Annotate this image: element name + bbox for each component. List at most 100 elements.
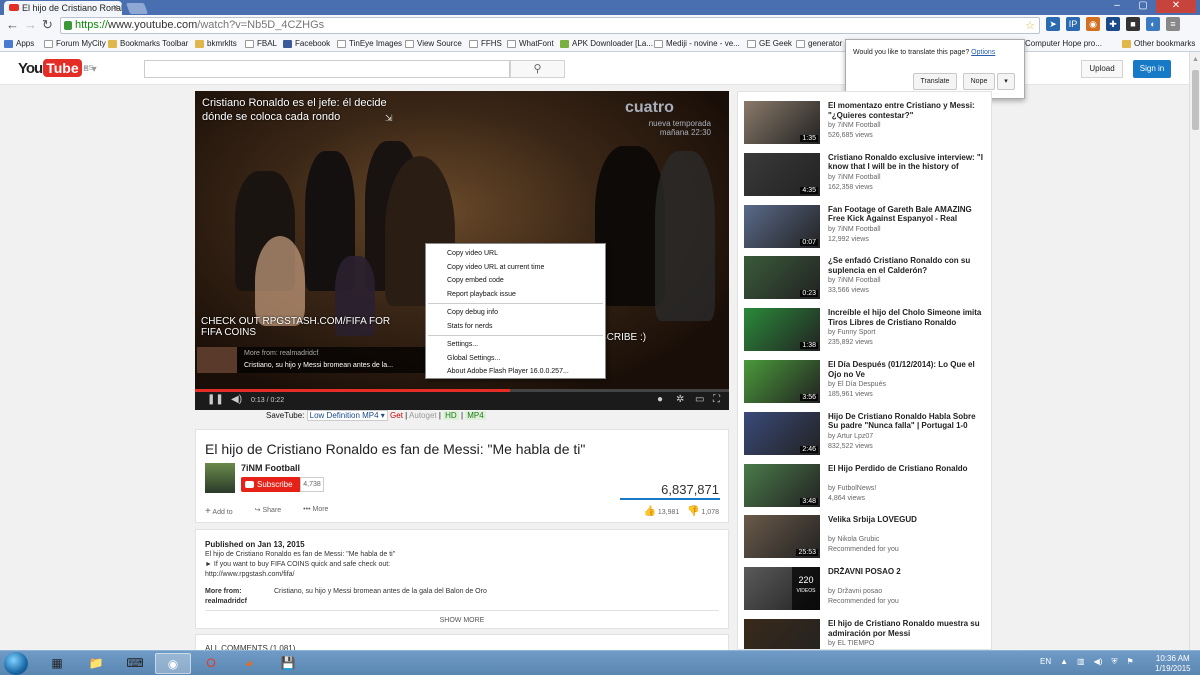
add-to-button[interactable]: + Add to xyxy=(205,506,233,517)
related-video-title[interactable]: El Día Después (01/12/2014): Lo Que el O… xyxy=(828,360,988,379)
related-video-title[interactable]: ¿Se enfadó Cristiano Ronaldo con su supl… xyxy=(828,256,988,275)
related-video-title[interactable]: DRŽAVNI POSAO 2 xyxy=(828,567,988,577)
description-link[interactable]: http://www.rpgstash.com/fifa/ xyxy=(205,570,719,580)
minimize-button[interactable]: – xyxy=(1104,0,1130,13)
bookmark-generator[interactable]: generator xyxy=(796,39,842,48)
bookmark-ffhs[interactable]: FFHS xyxy=(469,39,502,48)
reload-icon[interactable]: ↻ xyxy=(42,18,53,32)
related-video-item[interactable]: 25:53 Velika Srbija LOVEGUD by Nikola Grub… xyxy=(744,515,990,561)
extension-arrow-icon[interactable]: ➤ xyxy=(1046,17,1060,31)
video-player[interactable]: Cristiano Ronaldo es el jefe: él decide … xyxy=(195,91,729,410)
bookmark-computer-hope[interactable]: Computer Hope pro... xyxy=(1025,39,1102,48)
search-input[interactable] xyxy=(144,60,510,78)
fullscreen-icon[interactable]: ⛶ xyxy=(713,395,720,405)
settings-gear-icon[interactable]: ✲ xyxy=(676,395,684,405)
new-tab-button[interactable] xyxy=(125,3,149,14)
extension-ip-icon[interactable]: IP xyxy=(1066,17,1080,31)
related-video-thumbnail[interactable]: 2:46 xyxy=(744,411,820,455)
bookmark-forum-mycity[interactable]: Forum MyCity xyxy=(44,39,106,48)
menu-item-copy-debug[interactable]: Copy debug info xyxy=(426,306,605,320)
bookmark-whatfont[interactable]: WhatFont xyxy=(507,39,554,48)
bookmark-mediji[interactable]: Mediji - novine - ve... xyxy=(654,39,740,48)
menu-item-settings[interactable]: Settings... xyxy=(426,338,605,352)
promo-annotation[interactable]: CHECK OUT RPGSTASH.COM/FIFA FOR FIFA COI… xyxy=(201,316,401,338)
menu-item-copy-url[interactable]: Copy video URL xyxy=(426,247,605,261)
video-overlay-title[interactable]: Cristiano Ronaldo es el jefe: él decide … xyxy=(202,96,402,124)
like-button[interactable]: 👍 13,981 xyxy=(643,506,679,517)
address-bar[interactable]: https://www.youtube.com/watch?v=Nb5D_4CZ… xyxy=(60,17,1040,34)
tray-shield-icon[interactable]: ⛨ xyxy=(1111,657,1117,667)
language-indicator[interactable]: EN xyxy=(1040,657,1051,667)
taskbar-firefox-icon[interactable]: ◕ xyxy=(231,653,267,674)
subscribe-button[interactable]: Subscribe xyxy=(241,477,301,492)
related-video-thumbnail[interactable]: 25:53 xyxy=(744,515,820,559)
sign-in-button[interactable]: Sign in xyxy=(1133,60,1171,78)
extension-globe-icon[interactable]: ◐ xyxy=(1146,17,1160,31)
savetube-hd-button[interactable]: HD xyxy=(443,411,459,420)
translate-button[interactable]: Translate xyxy=(913,73,957,90)
related-video-thumbnail[interactable]: 3:56 xyxy=(744,360,820,403)
bookmark-facebook[interactable]: Facebook xyxy=(283,39,330,48)
savetube-mp4-button[interactable]: MP4 xyxy=(465,411,486,420)
menu-item-copy-embed[interactable]: Copy embed code xyxy=(426,274,605,288)
nope-button[interactable]: Nope xyxy=(963,73,995,90)
related-video-title[interactable]: Cristiano Ronaldo exclusive interview: "… xyxy=(828,153,988,172)
bookmark-apk-downloader[interactable]: APK Downloader [La... xyxy=(560,39,653,48)
upload-button[interactable]: Upload xyxy=(1081,60,1123,78)
related-video-title[interactable]: Hijo De Cristiano Ronaldo Habla Sobre Su… xyxy=(828,412,988,431)
savetube-quality-select[interactable]: Low Definition MP4 ▾ xyxy=(306,410,388,421)
channel-name[interactable]: 7iNM Football xyxy=(241,463,300,473)
more-button[interactable]: ••• More xyxy=(303,506,328,517)
page-scrollbar[interactable]: ▲ xyxy=(1189,52,1200,650)
related-video-title[interactable]: Increíble el hijo del Cholo Simeone imit… xyxy=(828,308,988,327)
theater-mode-icon[interactable]: ▭ xyxy=(695,395,704,405)
related-video-item[interactable]: 2:46 Hijo De Cristiano Ronaldo Habla Sobr… xyxy=(744,411,990,458)
related-video-thumbnail[interactable]: 1:38 xyxy=(744,308,820,352)
show-more-button[interactable]: SHOW MORE xyxy=(205,610,719,626)
search-button[interactable]: ⚲ xyxy=(510,60,565,78)
start-button[interactable] xyxy=(4,652,28,675)
related-video-item[interactable]: 220 VIDEOS DRŽAVNI POSAO 2 by Državni posao… xyxy=(744,567,990,613)
related-video-thumbnail[interactable]: 4:35 xyxy=(744,152,820,196)
translate-options-link[interactable]: Options xyxy=(971,49,995,56)
guide-menu-icon[interactable]: ≡ ▾ xyxy=(83,64,97,75)
bookmark-apps[interactable]: Apps xyxy=(4,39,34,48)
volume-icon[interactable]: ◀) xyxy=(231,395,242,405)
dislike-button[interactable]: 👎 1,078 xyxy=(687,506,719,517)
menu-item-stats-for-nerds[interactable]: Stats for nerds xyxy=(426,320,605,334)
forward-arrow-icon[interactable]: → xyxy=(24,18,37,32)
savetube-autoget-button[interactable]: Autoget xyxy=(409,411,437,420)
related-video-title[interactable]: El hijo de Cristiano Ronaldo muestra su … xyxy=(828,619,988,638)
bookmark-fbal[interactable]: FBAL xyxy=(245,39,277,48)
related-video-thumbnail[interactable]: 1:35 xyxy=(744,101,820,144)
nope-dropdown-arrow-icon[interactable]: ▾ xyxy=(997,73,1015,90)
bookmark-view-source[interactable]: View Source xyxy=(405,39,462,48)
maximize-button[interactable]: ▢ xyxy=(1130,0,1156,13)
related-video-title[interactable]: El momentazo entre Cristiano y Messi: "¿… xyxy=(828,101,988,120)
related-video-title[interactable]: Velika Srbija LOVEGUD xyxy=(828,515,988,525)
more-from-value[interactable]: Cristiano, su hijo y Messi bromean antes… xyxy=(274,587,487,597)
related-video-item[interactable]: 3:56 El Día Después (01/12/2014): Lo Que … xyxy=(744,360,990,406)
bookmark-ge-geek[interactable]: GE Geek xyxy=(747,39,792,48)
bookmark-star-icon[interactable]: ☆ xyxy=(1025,19,1035,32)
related-video-item[interactable]: 1:38 Increíble el hijo del Cholo Simeone … xyxy=(744,308,990,354)
related-video-title[interactable]: Fan Footage of Gareth Bale AMAZING Free … xyxy=(828,205,988,224)
taskbar-chrome-icon[interactable]: ◉ xyxy=(155,653,191,674)
tab-close-icon[interactable]: × xyxy=(113,2,118,12)
more-from-card[interactable]: More from: realmadridcf Cristiano, su hi… xyxy=(197,347,427,373)
related-video-title[interactable]: El Hijo Perdido de Cristiano Ronaldo xyxy=(828,464,988,474)
taskbar-app-calculator-icon[interactable]: ▦ xyxy=(39,653,75,674)
tray-network-icon[interactable]: ▥ xyxy=(1077,657,1085,667)
subscribe-annotation[interactable]: SCRIBE :) xyxy=(600,332,646,343)
close-window-button[interactable]: ✕ xyxy=(1156,0,1196,13)
expand-icon[interactable]: ⇲ xyxy=(385,113,393,124)
taskbar-opera-icon[interactable]: O xyxy=(193,653,229,674)
related-video-item[interactable]: 3:48 El Hijo Perdido de Cristiano Ronaldo… xyxy=(744,463,990,510)
related-video-item[interactable]: El hijo de Cristiano Ronaldo muestra su … xyxy=(744,619,990,649)
taskbar-file-explorer-icon[interactable]: 📁 xyxy=(78,653,114,674)
related-video-item[interactable]: 0:07 Fan Footage of Gareth Bale AMAZING F… xyxy=(744,204,990,251)
bookmark-bkmrklts[interactable]: bkmrklts xyxy=(195,39,237,48)
related-video-item[interactable]: 0:23 ¿Se enfadó Cristiano Ronaldo con su … xyxy=(744,256,990,302)
browser-tab[interactable]: El hijo de Cristiano Ronald × xyxy=(4,1,122,15)
tray-flag-icon[interactable]: ⚑ xyxy=(1126,657,1133,667)
